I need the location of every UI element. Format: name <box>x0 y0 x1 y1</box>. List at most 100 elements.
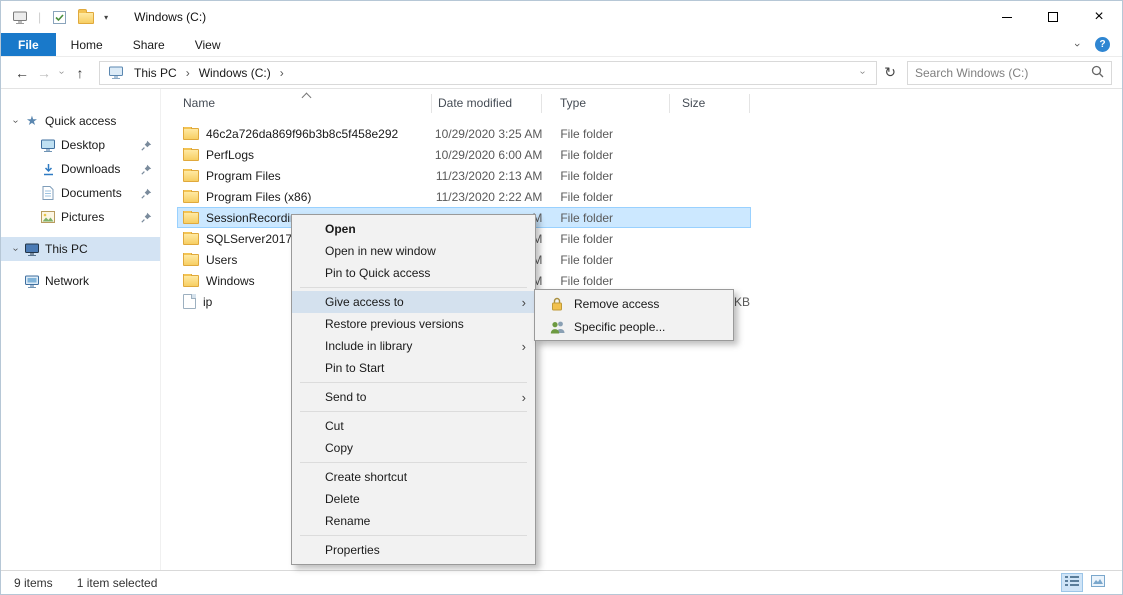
menu-item-copy[interactable]: Copy <box>292 437 535 459</box>
view-toggles <box>1061 573 1109 592</box>
recent-locations-icon[interactable]: › <box>55 67 69 78</box>
column-header-size[interactable]: Size <box>670 94 750 113</box>
toolbar-separator: | <box>38 10 41 24</box>
file-type: File folder <box>542 169 670 183</box>
qat-dropdown-icon[interactable]: ▾ <box>104 13 108 22</box>
back-icon[interactable]: ← <box>11 65 33 81</box>
file-name: SessionRecording <box>206 211 303 225</box>
column-header-name[interactable]: Name <box>177 94 432 113</box>
address-dropdown-icon[interactable]: › <box>853 67 872 78</box>
tab-share[interactable]: Share <box>118 33 180 56</box>
breadcrumb-separator-icon[interactable]: › <box>183 66 193 80</box>
help-icon[interactable]: ? <box>1095 37 1110 52</box>
pictures-icon <box>39 211 57 223</box>
menu-item-give-access-to[interactable]: Give access to› <box>292 291 535 313</box>
column-label: Date modified <box>438 96 512 110</box>
give-access-to-submenu: Remove access Specific people... <box>534 289 734 341</box>
pin-icon <box>141 164 152 178</box>
file-name: Program Files (x86) <box>206 190 311 204</box>
breadcrumb-separator-icon[interactable]: › <box>277 66 287 80</box>
sort-ascending-icon <box>302 92 312 102</box>
menu-item-create-shortcut[interactable]: Create shortcut <box>292 466 535 488</box>
menu-item-pin-to-start[interactable]: Pin to Start <box>292 357 535 379</box>
column-header-type[interactable]: Type <box>542 94 670 113</box>
file-type: File folder <box>542 211 670 225</box>
breadcrumb-windows-c[interactable]: Windows (C:) <box>193 66 277 80</box>
column-label: Name <box>183 96 215 110</box>
menu-item-properties[interactable]: Properties <box>292 539 535 561</box>
file-row[interactable]: Program Files (x86) 11/23/2020 2:22 AM F… <box>177 186 751 207</box>
maximize-button[interactable] <box>1030 1 1076 33</box>
column-label: Size <box>682 96 705 110</box>
menu-item-pin-to-quick-access[interactable]: Pin to Quick access <box>292 262 535 284</box>
close-button[interactable]: × <box>1076 1 1122 33</box>
file-date: 10/29/2020 3:25 AM <box>433 127 543 141</box>
menu-item-send-to[interactable]: Send to› <box>292 386 535 408</box>
minimize-button[interactable] <box>984 1 1030 33</box>
menu-item-include-in-library[interactable]: Include in library› <box>292 335 535 357</box>
file-row[interactable]: PerfLogs 10/29/2020 6:00 AM File folder <box>177 144 751 165</box>
sidebar-item-desktop[interactable]: Desktop <box>1 133 160 157</box>
details-view-button[interactable] <box>1061 573 1083 592</box>
lock-icon <box>549 297 565 311</box>
column-headers: Name Date modified Type Size <box>177 89 1122 117</box>
chevron-expanded-icon[interactable]: › <box>9 116 23 127</box>
new-folder-icon[interactable] <box>77 8 95 26</box>
file-row[interactable]: Program Files 11/23/2020 2:13 AM File fo… <box>177 165 751 186</box>
menu-item-delete[interactable]: Delete <box>292 488 535 510</box>
sidebar-item-label: This PC <box>45 242 88 256</box>
large-icons-view-button[interactable] <box>1087 573 1109 592</box>
item-count: 9 items <box>14 576 53 590</box>
explorer-icon <box>11 8 29 26</box>
folder-icon <box>183 233 199 245</box>
up-icon[interactable]: ↑ <box>69 65 91 81</box>
submenu-item-remove-access[interactable]: Remove access <box>535 292 733 315</box>
sidebar-item-downloads[interactable]: Downloads <box>1 157 160 181</box>
file-name-cell: PerfLogs <box>178 148 433 162</box>
search-box <box>907 61 1112 85</box>
menu-item-cut[interactable]: Cut <box>292 415 535 437</box>
sidebar-item-label: Quick access <box>45 114 116 128</box>
tab-home[interactable]: Home <box>56 33 118 56</box>
file-type: File folder <box>542 127 670 141</box>
file-type: File folder <box>542 232 670 246</box>
menu-separator <box>300 535 527 536</box>
expand-ribbon-icon[interactable]: › <box>1075 39 1079 51</box>
submenu-item-specific-people[interactable]: Specific people... <box>535 315 733 338</box>
search-input[interactable] <box>915 66 1091 80</box>
refresh-icon[interactable]: ↻ <box>877 64 903 81</box>
pin-icon <box>141 140 152 154</box>
file-type: File folder <box>542 274 670 288</box>
file-name: Program Files <box>206 169 281 183</box>
folder-icon <box>183 170 199 182</box>
sidebar-item-network[interactable]: Network <box>1 269 160 293</box>
sidebar-item-label: Desktop <box>61 138 105 152</box>
minimize-icon <box>1002 17 1012 18</box>
file-row[interactable]: 46c2a726da869f96b3b8c5f458e292 10/29/202… <box>177 123 751 144</box>
menu-separator <box>300 411 527 412</box>
properties-icon[interactable] <box>50 8 68 26</box>
sidebar-item-quick-access[interactable]: › ★ Quick access <box>1 109 160 133</box>
breadcrumb-this-pc[interactable]: This PC <box>128 66 183 80</box>
chevron-expanded-icon[interactable]: › <box>9 244 23 255</box>
menu-item-restore-previous-versions[interactable]: Restore previous versions <box>292 313 535 335</box>
forward-icon[interactable]: → <box>33 65 55 81</box>
menu-item-rename[interactable]: Rename <box>292 510 535 532</box>
file-explorer-window: | ▾ Windows (C:) × File Home Share View … <box>0 0 1123 595</box>
tab-file[interactable]: File <box>1 33 56 56</box>
sidebar-item-pictures[interactable]: Pictures <box>1 205 160 229</box>
network-icon <box>23 275 41 288</box>
address-box[interactable]: This PC › Windows (C:) › › <box>99 61 877 85</box>
sidebar-item-documents[interactable]: Documents <box>1 181 160 205</box>
sidebar-item-this-pc[interactable]: › This PC <box>1 237 160 261</box>
menu-item-open-in-new-window[interactable]: Open in new window <box>292 240 535 262</box>
file-name-cell: Program Files <box>178 169 433 183</box>
documents-icon <box>39 186 57 200</box>
search-icon[interactable] <box>1091 65 1104 81</box>
sidebar-item-label: Network <box>45 274 89 288</box>
ribbon-tabs: File Home Share View › ? <box>1 33 1122 57</box>
column-header-date-modified[interactable]: Date modified <box>432 94 542 113</box>
file-name: ip <box>203 295 212 309</box>
menu-item-open[interactable]: Open <box>292 218 535 240</box>
tab-view[interactable]: View <box>180 33 236 56</box>
